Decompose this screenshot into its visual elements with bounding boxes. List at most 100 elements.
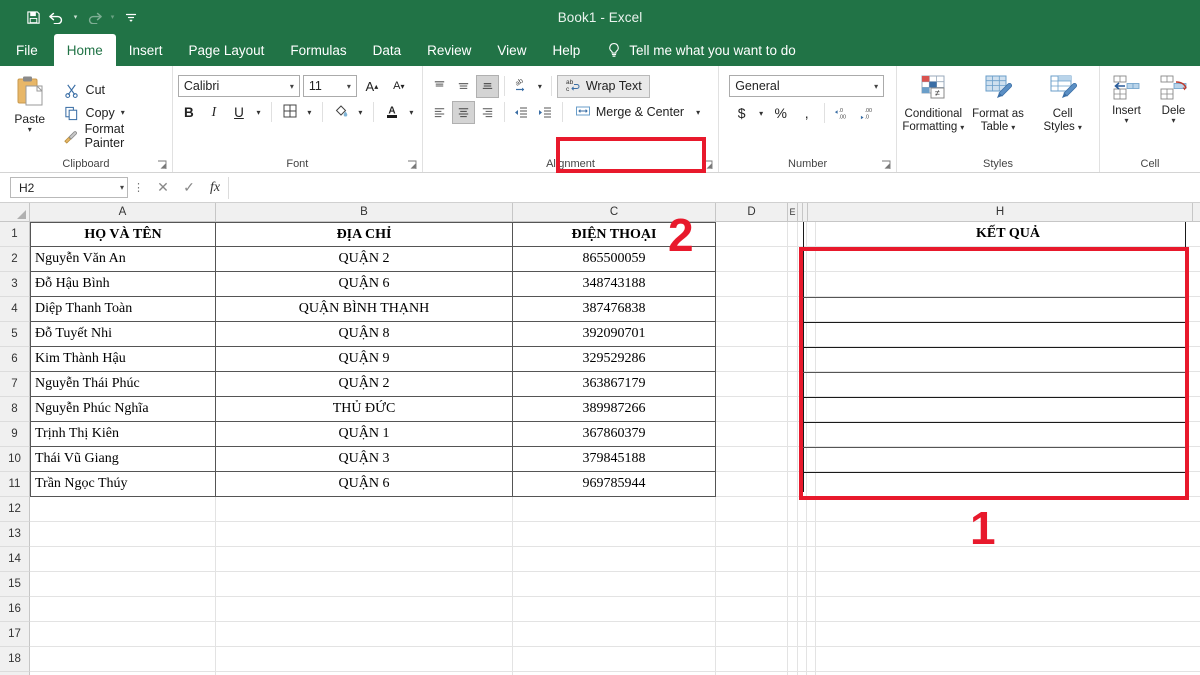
cell-D15[interactable] [716, 572, 788, 597]
font-size-combo[interactable]: 11 ▾ [302, 75, 357, 97]
column-header-A[interactable]: A [30, 203, 216, 221]
cell-E13[interactable] [788, 522, 798, 547]
delete-cells-caret-icon[interactable]: ▾ [1171, 117, 1175, 125]
increase-decimal-button[interactable]: .0.00 [830, 101, 855, 125]
cell-H10[interactable] [816, 447, 1200, 472]
cell-D18[interactable] [716, 647, 788, 672]
cell-D7[interactable] [716, 372, 788, 397]
increase-indent-button[interactable] [534, 101, 557, 124]
cell-B3[interactable]: QUẬN 6 [216, 272, 513, 297]
percent-button[interactable]: % [768, 101, 793, 125]
cell-F15[interactable] [798, 572, 807, 597]
row-header-10[interactable]: 10 [0, 447, 30, 472]
cell-H14[interactable] [816, 547, 1200, 572]
insert-cells-button[interactable]: Insert ▾ [1105, 70, 1148, 156]
increase-font-size-button[interactable]: A ▴ [360, 74, 384, 98]
cell-C17[interactable] [513, 622, 716, 647]
comma-style-button[interactable]: , [794, 101, 819, 125]
tell-me-search[interactable]: Tell me what you want to do [593, 34, 808, 66]
tab-review[interactable]: Review [414, 34, 484, 66]
cell-G8[interactable] [807, 397, 816, 422]
cell-F14[interactable] [798, 547, 807, 572]
insert-cells-caret-icon[interactable]: ▾ [1124, 117, 1128, 125]
merge-center-button[interactable]: Merge & Center [568, 101, 691, 124]
borders-button[interactable] [279, 100, 301, 124]
enter-formula-button[interactable]: ✓ [176, 177, 202, 199]
cell-D17[interactable] [716, 622, 788, 647]
tab-insert[interactable]: Insert [116, 34, 176, 66]
cell-G4[interactable] [807, 297, 816, 322]
column-header-B[interactable]: B [216, 203, 513, 221]
cell-G6[interactable] [807, 347, 816, 372]
cell-styles-caret-icon[interactable]: ▾ [1078, 123, 1082, 131]
undo-dropdown-caret-icon[interactable]: ▾ [70, 6, 81, 28]
underline-button[interactable]: U [228, 100, 250, 124]
cell-A3[interactable]: Đỗ Hậu Bình [30, 272, 216, 297]
cell-H15[interactable] [816, 572, 1200, 597]
cell-D1[interactable] [716, 222, 788, 247]
orientation-caret-icon[interactable]: ▾ [534, 74, 546, 98]
cell-G1[interactable] [807, 222, 816, 247]
cell-E17[interactable] [788, 622, 798, 647]
font-name-combo[interactable]: Calibri ▾ [177, 75, 300, 97]
cell-C6[interactable]: 329529286 [513, 347, 716, 372]
cut-button[interactable]: Cut [59, 80, 167, 101]
cell-A5[interactable]: Đỗ Tuyết Nhi [30, 322, 216, 347]
align-bottom-button[interactable] [475, 74, 499, 98]
cell-D12[interactable] [716, 497, 788, 522]
conditional-formatting-button[interactable]: ≠ Conditional Formatting ▾ [902, 70, 965, 156]
orientation-button[interactable]: ab [510, 75, 533, 98]
cell-A9[interactable]: Trịnh Thị Kiên [30, 422, 216, 447]
cell-C4[interactable]: 387476838 [513, 297, 716, 322]
bold-button[interactable]: B [178, 100, 200, 124]
cell-D6[interactable] [716, 347, 788, 372]
cell-H12[interactable] [816, 497, 1200, 522]
format-as-table-button[interactable]: Format as Table ▾ [967, 70, 1030, 156]
cell-C9[interactable]: 367860379 [513, 422, 716, 447]
cell-B5[interactable]: QUẬN 8 [216, 322, 513, 347]
undo-icon[interactable] [46, 6, 68, 28]
cell-G3[interactable] [807, 272, 816, 297]
cell-H5[interactable] [816, 322, 1200, 347]
row-header-11[interactable]: 11 [0, 472, 30, 497]
cell-B10[interactable]: QUẬN 3 [216, 447, 513, 472]
cell-G11[interactable] [807, 472, 816, 497]
clipboard-dialog-launcher-icon[interactable] [157, 160, 168, 171]
row-header-8[interactable]: 8 [0, 397, 30, 422]
cell-D13[interactable] [716, 522, 788, 547]
row-header-12[interactable]: 12 [0, 497, 30, 522]
row-header-6[interactable]: 6 [0, 347, 30, 372]
cell-A13[interactable] [30, 522, 216, 547]
format-as-table-caret-icon[interactable]: ▾ [1011, 123, 1015, 131]
cell-C5[interactable]: 392090701 [513, 322, 716, 347]
cell-H18[interactable] [816, 647, 1200, 672]
cell-D4[interactable] [716, 297, 788, 322]
align-middle-button[interactable] [452, 75, 475, 98]
insert-function-button[interactable]: fx [202, 177, 228, 199]
cell-B4[interactable]: QUẬN BÌNH THẠNH [216, 297, 513, 322]
underline-caret-icon[interactable]: ▾ [253, 100, 264, 124]
cell-E5[interactable] [788, 322, 798, 347]
fill-color-button[interactable] [330, 100, 352, 124]
cell-B8[interactable]: THỦ ĐỨC [216, 397, 513, 422]
cell-C13[interactable] [513, 522, 716, 547]
cell-D2[interactable] [716, 247, 788, 272]
cell-A14[interactable] [30, 547, 216, 572]
cell-D3[interactable] [716, 272, 788, 297]
cell-G13[interactable] [807, 522, 816, 547]
align-left-button[interactable] [428, 101, 451, 124]
cell-A10[interactable]: Thái Vũ Giang [30, 447, 216, 472]
tab-data[interactable]: Data [360, 34, 415, 66]
cell-E6[interactable] [788, 347, 798, 372]
cell-F12[interactable] [798, 497, 807, 522]
cell-A6[interactable]: Kim Thành Hậu [30, 347, 216, 372]
number-format-caret-icon[interactable]: ▾ [871, 82, 881, 91]
cell-H13[interactable] [816, 522, 1200, 547]
cell-E9[interactable] [788, 422, 798, 447]
cell-F18[interactable] [798, 647, 807, 672]
cell-C14[interactable] [513, 547, 716, 572]
cell-B1[interactable]: ĐỊA CHỈ [216, 222, 513, 247]
cell-C15[interactable] [513, 572, 716, 597]
cell-B16[interactable] [216, 597, 513, 622]
cell-B13[interactable] [216, 522, 513, 547]
